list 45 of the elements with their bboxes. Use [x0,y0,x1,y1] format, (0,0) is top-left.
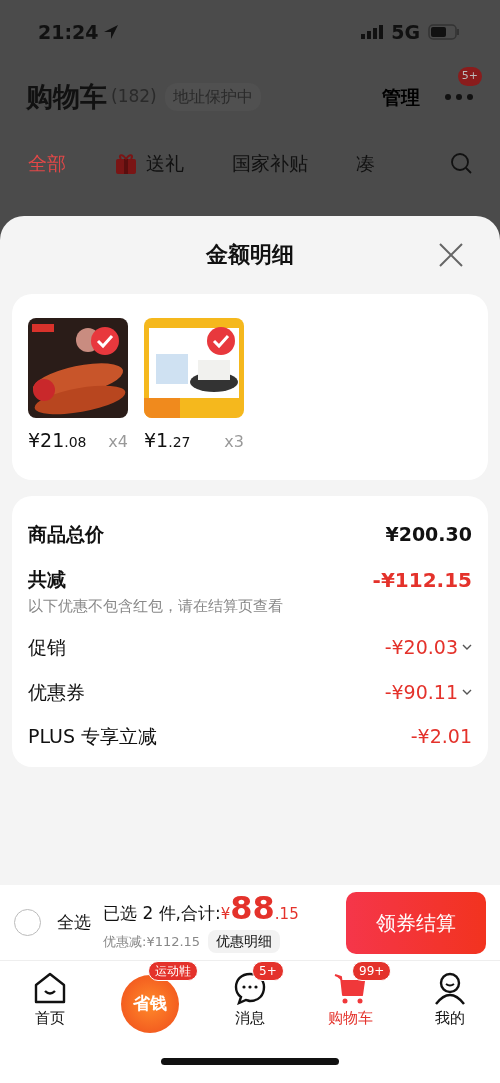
summary-value: ¥200.30 [385,522,472,547]
nav-tab[interactable]: 我的 [400,961,500,1030]
checkout-button[interactable]: 领券结算 [346,891,486,954]
discount-detail-button[interactable]: 优惠明细 [208,930,281,954]
sheet-title: 金额明细 [206,241,294,269]
nav-tab[interactable]: 运动鞋 省钱 [100,961,200,1033]
product-price: ¥21.08 [28,428,87,453]
category-tab[interactable]: 国家补贴 [232,148,308,178]
product-quantity: x4 [108,431,128,453]
summary-label: 优惠券 [28,679,85,705]
summary-label: 商品总价 [28,522,104,547]
total-price: ¥88.15 [220,891,299,926]
count-badge: 99+ [352,961,392,981]
selected-summary: 已选 2 件,合计: [103,901,221,925]
network-label: 5G [391,20,420,45]
discount-total: 优惠减:¥112.15 [103,933,201,951]
summary-label: 共减 [28,567,66,593]
summary-label: PLUS 专享立减 [28,724,158,749]
person-icon [433,971,467,1005]
summary-value: -¥20.03 [384,635,458,660]
page-title: 购物车 [26,79,107,114]
product-quantity: x3 [224,431,244,453]
count-badge: 运动鞋 [148,961,198,981]
nav-tab[interactable]: 99+ 购物车 [300,961,400,1030]
gift-icon [114,151,138,175]
select-all-label: 全选 [57,910,91,934]
home-icon [33,971,67,1005]
summary-note: 以下优惠不包含红包，请在结算页查看 [28,595,284,617]
notification-badge: 5+ [457,67,482,86]
manage-button[interactable]: 管理 [382,82,420,112]
category-tab[interactable]: 凑 [356,148,375,178]
summary-value: -¥112.15 [372,566,472,594]
summary-value: -¥2.01 [410,724,472,749]
summary-label: 促销 [28,635,66,660]
signal-icon [361,25,384,40]
status-time: 21:24 [38,20,99,45]
product-price: ¥1.27 [144,428,191,453]
category-tab[interactable]: 全部 [28,148,66,178]
battery-icon [428,24,460,41]
category-tab[interactable]: 送礼 [114,148,184,178]
count-badge: 5+ [252,961,284,981]
summary-value: -¥90.11 [384,679,458,705]
nav-tab[interactable]: 首页 [0,961,100,1030]
nav-tab[interactable]: 5+ 消息 [200,961,300,1030]
select-all-checkbox[interactable] [14,909,41,936]
